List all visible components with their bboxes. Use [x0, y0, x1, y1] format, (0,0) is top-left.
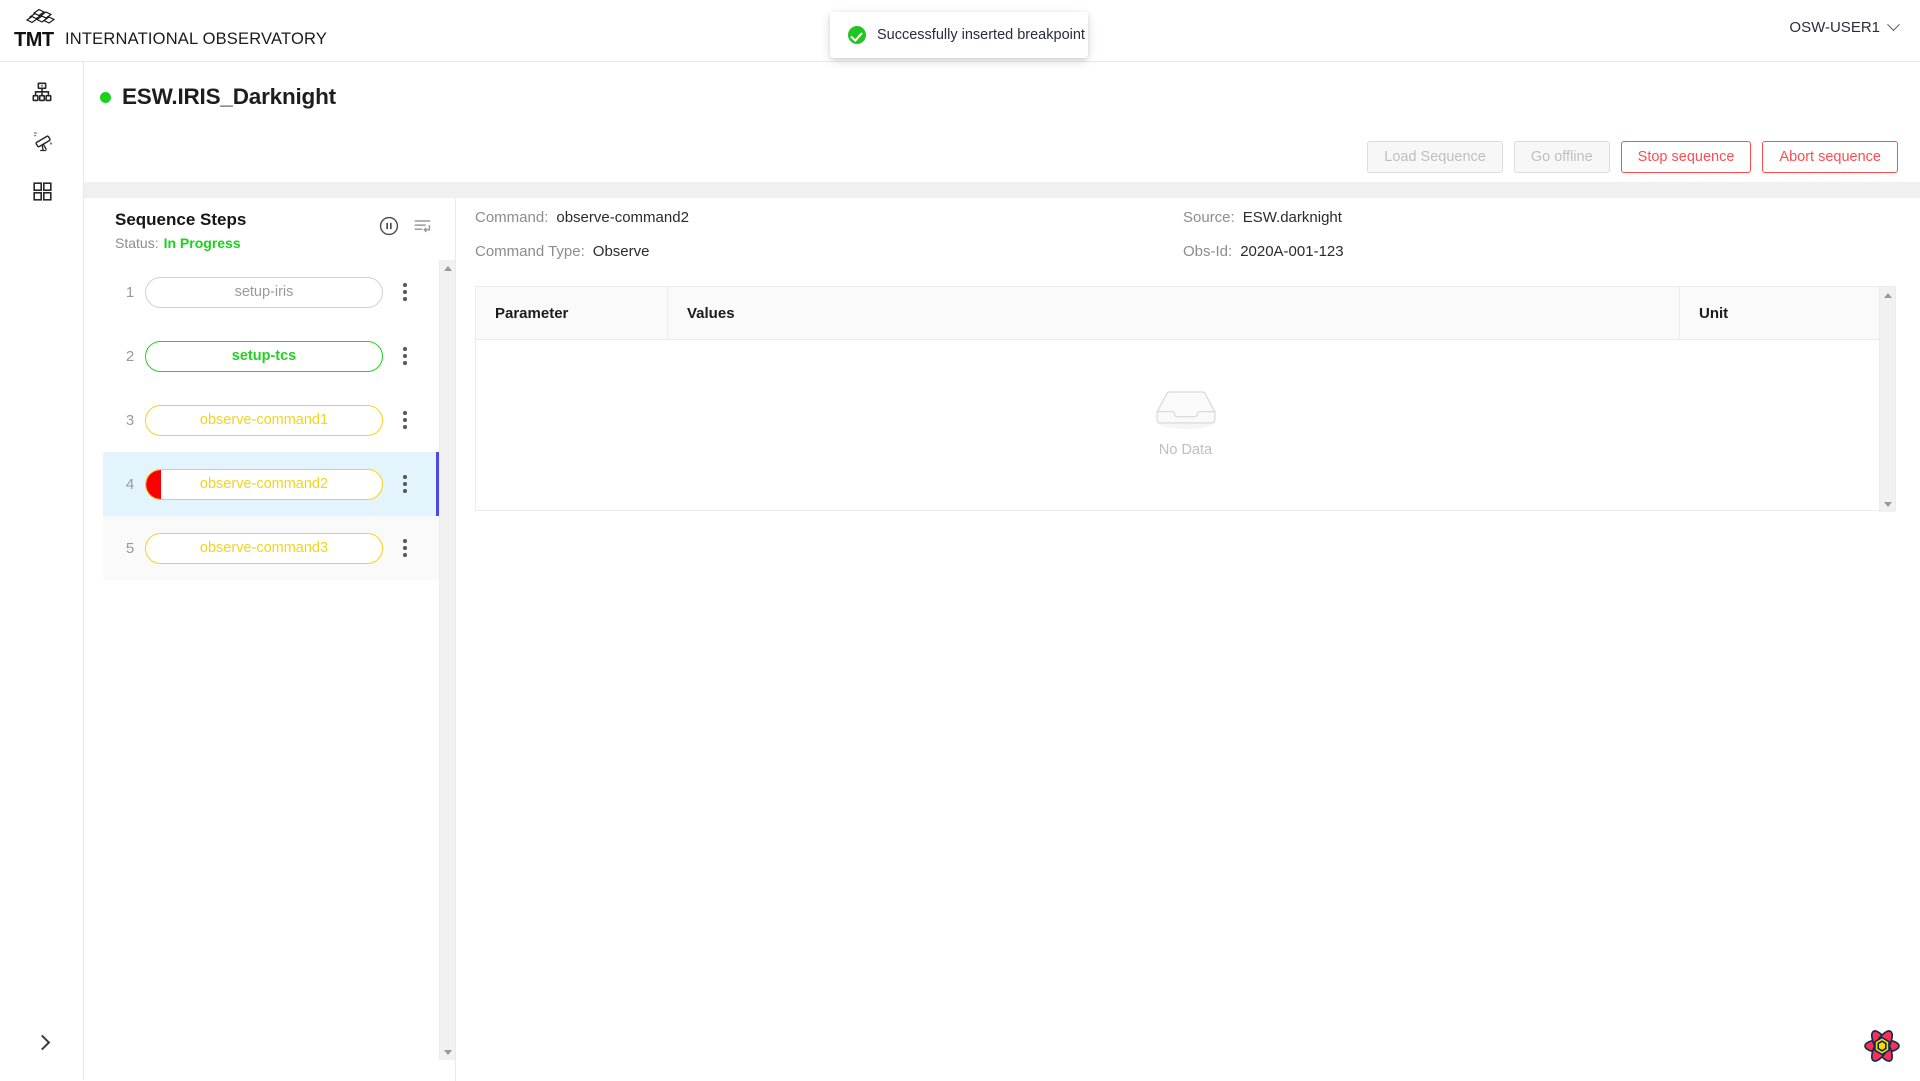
command-type-value: Observe — [593, 243, 650, 260]
sidebar-item-resources[interactable] — [0, 69, 84, 119]
obsid-value: 2020A-001-123 — [1240, 243, 1343, 260]
empty-state-label: No Data — [1159, 442, 1212, 458]
more-vertical-icon[interactable] — [388, 334, 422, 378]
telescope-icon — [31, 130, 54, 158]
success-check-circle-icon — [848, 26, 866, 44]
table-scrollbar[interactable] — [1879, 287, 1895, 512]
empty-state: No Data — [1153, 387, 1219, 458]
sequence-steps-panel: Sequence Steps Status: In Progress — [103, 198, 456, 1081]
go-offline-button[interactable]: Go offline — [1514, 141, 1610, 173]
brand-abbr: TMT — [14, 30, 54, 50]
table-scroll-up-arrow-icon[interactable] — [1880, 287, 1896, 303]
abort-sequence-button[interactable]: Abort sequence — [1762, 141, 1898, 173]
step-pill[interactable]: observe-command1 — [145, 405, 383, 436]
sequencer-name: ESW.IRIS_Darknight — [122, 84, 336, 110]
chevron-down-icon — [1887, 18, 1900, 31]
step-number: 3 — [115, 412, 145, 429]
more-vertical-icon[interactable] — [388, 270, 422, 314]
step-pill[interactable]: setup-iris — [145, 277, 383, 308]
source-value: ESW.darknight — [1243, 209, 1342, 226]
left-nav-rail — [0, 62, 84, 1080]
obsid-field: Obs-Id: 2020A-001-123 — [1183, 243, 1344, 260]
sidebar-item-manage[interactable] — [0, 169, 84, 219]
step-number: 1 — [115, 284, 145, 301]
scroll-down-arrow-icon[interactable] — [440, 1044, 456, 1060]
command-label: Command: — [475, 209, 548, 226]
step-number: 2 — [115, 348, 145, 365]
sequence-steps-list[interactable]: 1 setup-iris 2 setup-tcs 3 observe-command1 4 o… — [103, 260, 440, 1060]
sequence-status: Status: In Progress — [115, 235, 241, 251]
more-vertical-icon[interactable] — [388, 398, 422, 442]
main-content: Sequence Steps Status: In Progress — [84, 197, 1920, 1080]
step-row[interactable]: 4 observe-command2 — [103, 452, 440, 516]
sequence-status-value: In Progress — [164, 235, 241, 251]
step-number: 4 — [115, 476, 145, 493]
step-label: setup-iris — [235, 284, 294, 300]
command-metadata: Command: observe-command2 Command Type: Ob… — [457, 198, 1920, 260]
step-row[interactable]: 1 setup-iris — [103, 260, 440, 324]
table-body: No Data — [476, 340, 1895, 510]
user-name: OSW-USER1 — [1789, 19, 1880, 36]
source-field: Source: ESW.darknight — [1183, 209, 1342, 226]
scroll-up-arrow-icon[interactable] — [440, 260, 456, 276]
command-value: observe-command2 — [556, 209, 689, 226]
expand-sidebar-button[interactable] — [0, 1022, 84, 1062]
react-query-flower-logo-icon[interactable] — [1862, 1026, 1902, 1066]
column-header-unit: Unit — [1680, 287, 1877, 339]
pause-sequence-button[interactable] — [378, 215, 400, 237]
table-scroll-down-arrow-icon[interactable] — [1880, 496, 1896, 512]
reset-sequence-button[interactable] — [412, 215, 434, 237]
step-pill[interactable]: observe-command3 — [145, 533, 383, 564]
step-row[interactable]: 2 setup-tcs — [103, 324, 440, 388]
steps-scrollbar[interactable] — [439, 260, 455, 1060]
step-pill[interactable]: observe-command2 — [145, 469, 383, 500]
sequence-status-label: Status: — [115, 235, 159, 251]
command-type-label: Command Type: — [475, 243, 585, 260]
obsid-label: Obs-Id: — [1183, 243, 1232, 260]
grid-apps-icon — [32, 181, 53, 207]
sitemap-hierarchy-icon — [31, 81, 53, 108]
column-header-parameter: Parameter — [476, 287, 668, 339]
empty-inbox-icon — [1153, 387, 1219, 436]
header-divider — [84, 182, 1920, 197]
brand-logo: TMT INTERNATIONAL OBSERVATORY — [14, 8, 327, 50]
step-label: observe-command3 — [200, 540, 328, 556]
step-row[interactable]: 3 observe-command1 — [103, 388, 440, 452]
command-type-field: Command Type: Observe — [475, 243, 649, 260]
step-number: 5 — [115, 540, 145, 557]
online-status-dot-icon — [100, 92, 111, 103]
load-sequence-button[interactable]: Load Sequence — [1367, 141, 1503, 173]
column-header-values: Values — [668, 287, 1680, 339]
sequence-actions: Load Sequence Go offline Stop sequence A… — [1367, 141, 1898, 173]
source-label: Source: — [1183, 209, 1235, 226]
sequence-steps-title: Sequence Steps — [115, 210, 246, 230]
step-row[interactable]: 5 observe-command3 — [103, 516, 440, 580]
page-title: ESW.IRIS_Darknight — [100, 84, 336, 110]
parameters-table: Parameter Values Unit No Data — [475, 286, 1896, 511]
step-label: setup-tcs — [232, 348, 296, 364]
user-menu[interactable]: OSW-USER1 — [1789, 19, 1898, 36]
brand-name: INTERNATIONAL OBSERVATORY — [65, 30, 327, 50]
step-pill[interactable]: setup-tcs — [145, 341, 383, 372]
page-header: ESW.IRIS_Darknight Sequence Component:ES… — [84, 62, 1920, 182]
sequence-steps-tools — [378, 215, 434, 237]
table-header-row: Parameter Values Unit — [476, 287, 1895, 340]
step-label: observe-command2 — [200, 476, 328, 492]
stop-sequence-button[interactable]: Stop sequence — [1621, 141, 1752, 173]
more-vertical-icon[interactable] — [388, 462, 422, 506]
more-vertical-icon[interactable] — [388, 526, 422, 570]
sequence-steps-header: Sequence Steps Status: In Progress — [103, 198, 456, 260]
toast-message: Successfully inserted breakpoint — [877, 27, 1085, 43]
step-label: observe-command1 — [200, 412, 328, 428]
sidebar-item-observations[interactable] — [0, 119, 84, 169]
command-field: Command: observe-command2 — [475, 209, 689, 226]
chevron-right-icon — [34, 1034, 50, 1050]
step-detail-pane: Command: observe-command2 Command Type: Ob… — [457, 198, 1920, 1081]
tmt-mirror-segments-logo-icon: TMT — [14, 8, 60, 50]
breakpoint-marker-icon — [146, 470, 161, 499]
toast-notification[interactable]: Successfully inserted breakpoint — [830, 12, 1088, 58]
